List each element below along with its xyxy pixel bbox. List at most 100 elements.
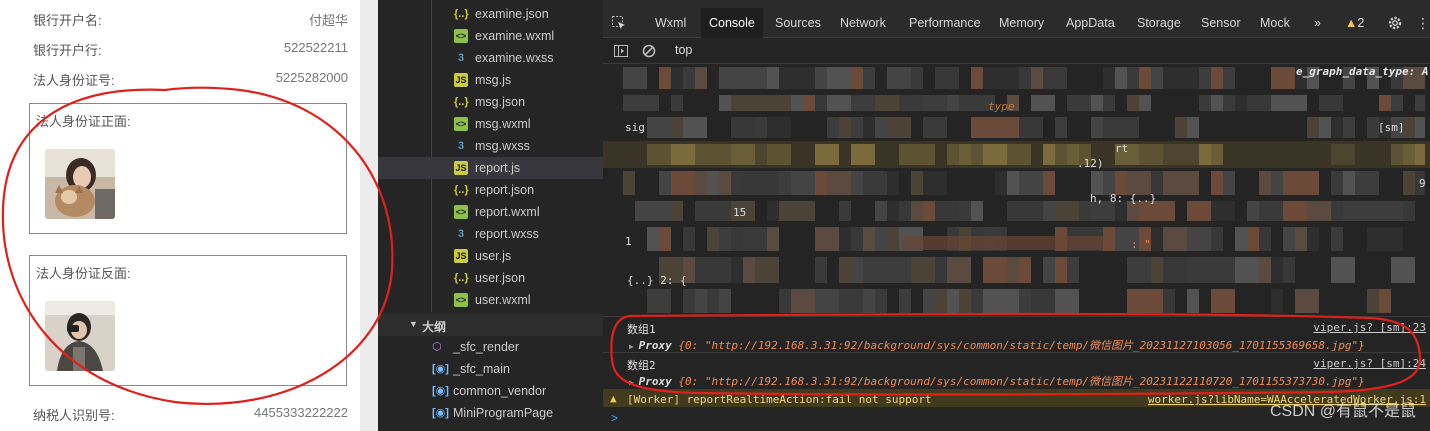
console-message[interactable]: 数组2 viper.js? [sm]:24 ▶ Proxy {0: "http:…: [603, 352, 1430, 389]
tab-sensor[interactable]: Sensor: [1193, 8, 1249, 38]
simulator-panel: 银行开户名: 付超华 银行开户行: 522522211 法人身份证号: 5225…: [0, 0, 378, 431]
file-item[interactable]: {..} msg.json: [378, 91, 603, 113]
id-back-title: 法人身份证反面:: [36, 266, 131, 281]
id-number-value: 5225282000: [275, 70, 348, 85]
tab-sources[interactable]: Sources: [767, 8, 829, 38]
obscured-fragment: type: [988, 100, 1015, 113]
file-name: report.js: [475, 161, 521, 175]
obscured-fragment: sig: [625, 121, 645, 134]
devtools-top-strip: [603, 0, 1430, 8]
id-front-image[interactable]: [45, 149, 115, 219]
sidebar-toggle-icon[interactable]: [613, 43, 629, 59]
clear-console-icon[interactable]: [641, 43, 657, 59]
account-name-value: 付超华: [308, 13, 348, 28]
message-source-link[interactable]: viper.js? [sm]:23: [1313, 321, 1426, 334]
tab-wxml[interactable]: Wxml: [647, 8, 694, 38]
obscured-fragment: 9: [1419, 177, 1426, 190]
file-name: user.js: [475, 249, 512, 263]
account-name-label: 银行开户名:: [33, 13, 102, 28]
expandable-object[interactable]: ▶ Proxy {0: "http://192.168.3.31:92/back…: [629, 337, 1365, 353]
file-name: user.json: [475, 271, 526, 285]
file-item[interactable]: <> examine.wxml: [378, 25, 603, 47]
obscured-fragment: .12): [1077, 157, 1104, 170]
outline-item-label: common_vendor: [453, 384, 547, 398]
file-name: msg.wxss: [475, 139, 530, 153]
file-name: examine.wxml: [475, 29, 555, 43]
wxml-file-icon: <>: [454, 205, 468, 219]
kebab-menu-icon[interactable]: ⋮: [1416, 8, 1430, 38]
file-item[interactable]: 3 report.wxss: [378, 223, 603, 245]
wxml-file-icon: <>: [454, 117, 468, 131]
file-item[interactable]: 3 msg.wxss: [378, 135, 603, 157]
file-name: examine.wxss: [475, 51, 554, 65]
inspect-element-icon[interactable]: [611, 15, 627, 31]
file-item[interactable]: JS user.js: [378, 245, 603, 267]
tab-storage[interactable]: Storage: [1129, 8, 1189, 38]
file-item[interactable]: JS msg.js: [378, 69, 603, 91]
bank-label: 银行开户行:: [33, 43, 102, 58]
watermark: CSDN @有鼠不是鼠: [1269, 403, 1416, 420]
warning-counter[interactable]: ▲2: [1345, 8, 1364, 38]
variable-icon: [◉]: [432, 363, 449, 375]
file-item[interactable]: <> msg.wxml: [378, 113, 603, 135]
tab-appdata[interactable]: AppData: [1058, 8, 1123, 38]
file-item[interactable]: {..} report.json: [378, 179, 603, 201]
context-selector[interactable]: top: [675, 43, 692, 57]
settings-gear-icon[interactable]: [1387, 15, 1403, 31]
file-item[interactable]: <> user.wxml: [378, 289, 603, 311]
more-tabs-icon[interactable]: »: [1306, 8, 1329, 38]
tab-performance[interactable]: Performance: [901, 8, 989, 38]
js-file-icon: JS: [454, 73, 468, 87]
obscured-fragment: {..} 2: {: [627, 274, 687, 287]
file-item[interactable]: JS report.js: [378, 157, 603, 179]
console-message[interactable]: 数组1 viper.js? [sm]:23 ▶ Proxy {0: "http:…: [603, 316, 1430, 352]
message-label: 数组2: [627, 359, 656, 372]
tab-network[interactable]: Network: [832, 8, 894, 38]
obscured-fragment: 15: [733, 206, 747, 219]
outline-item-label: _sfc_main: [453, 362, 510, 376]
cube-icon: ⬡: [432, 341, 442, 353]
outline-item[interactable]: ⬡ _sfc_render: [378, 336, 603, 358]
proxy-label: Proxy: [638, 339, 672, 352]
outline-item[interactable]: [◉] MiniProgramPage: [378, 402, 603, 424]
json-file-icon: {..}: [454, 184, 469, 196]
id-front-card[interactable]: 法人身份证正面:: [29, 103, 347, 234]
file-item[interactable]: {..} user.json: [378, 267, 603, 289]
console-prompt[interactable]: >: [611, 411, 618, 425]
warning-icon: ▲: [1345, 16, 1358, 30]
outline-item[interactable]: [◉] common_vendor: [378, 380, 603, 402]
file-item[interactable]: <> report.wxml: [378, 201, 603, 223]
file-name: msg.wxml: [475, 117, 531, 131]
tab-mock[interactable]: Mock: [1252, 8, 1298, 38]
form-row-tax-id: 纳税人识别号: 4455333222222: [33, 402, 348, 424]
console-log-obscured: e_graph_data_type: A type sig [sm] rt .1…: [603, 64, 1430, 316]
outline-header[interactable]: ▼ 大纲: [378, 314, 603, 336]
tab-console[interactable]: Console: [701, 8, 763, 38]
wxss-file-icon: 3: [457, 228, 465, 240]
file-item[interactable]: 3 examine.wxss: [378, 47, 603, 69]
id-back-image[interactable]: [45, 301, 115, 371]
tab-memory[interactable]: Memory: [991, 8, 1052, 38]
wxml-file-icon: <>: [454, 29, 468, 43]
message-source-link[interactable]: viper.js? [sm]:24: [1313, 357, 1426, 370]
message-label: 数组1: [627, 323, 656, 336]
file-name: report.json: [475, 183, 535, 197]
js-file-icon: JS: [454, 249, 468, 263]
obscured-fragment: e_graph_data_type: A: [1296, 65, 1429, 78]
variable-icon: [◉]: [432, 385, 449, 397]
file-item[interactable]: {..} examine.json: [378, 3, 603, 25]
outline-item[interactable]: [◉] _sfc_main: [378, 358, 603, 380]
devtools-tabbar: Wxml Console Sources Network Performance Memo…: [603, 8, 1430, 38]
tax-id-value: 4455333222222: [254, 405, 348, 420]
expandable-object[interactable]: ▶ Proxy {0: "http://192.168.3.31:92/back…: [629, 373, 1365, 389]
expand-triangle-icon: ▶: [629, 378, 639, 387]
id-back-card[interactable]: 法人身份证反面:: [29, 255, 347, 386]
obscured-fragment: : ": [1131, 238, 1151, 251]
object-preview: {0: "http://192.168.3.31:92/background/s…: [678, 339, 1365, 352]
expand-triangle-icon: ▶: [629, 342, 639, 351]
form-row-account-name: 银行开户名: 付超华: [33, 7, 348, 29]
console-toolbar: top: [603, 38, 1430, 64]
tax-id-label: 纳税人识别号:: [33, 408, 115, 423]
collapse-arrow-icon: ▼: [409, 319, 418, 329]
devtools-panel: Wxml Console Sources Network Performance Memo…: [603, 0, 1430, 431]
